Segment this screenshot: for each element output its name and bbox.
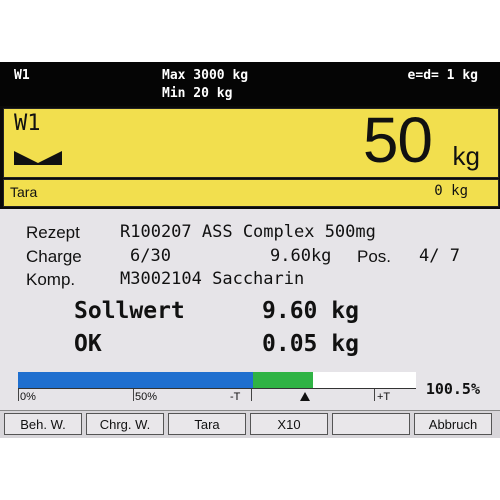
charge-weight-row: 9.60kg xyxy=(270,246,331,268)
header-max-capacity: Max 3000 kg xyxy=(162,68,249,83)
header-weigher-id: W1 xyxy=(14,68,30,83)
display-weigher-id: W1 xyxy=(14,111,41,136)
softkey-x10[interactable]: X10 xyxy=(250,413,328,435)
component-row: Komp. xyxy=(26,270,75,292)
tolerance-fill-green xyxy=(253,372,313,388)
softkey-bar: Beh. W. Chrg. W. Tara X10 Abbruch xyxy=(0,410,500,438)
recipe-value-row: R100207 ASS Complex 500mg xyxy=(120,222,376,244)
status-label-row: OK xyxy=(74,331,102,361)
status-header: W1 Max 3000 kg Min 20 kg e=d= 1 kg xyxy=(0,62,500,106)
tare-row: Tara 0 kg xyxy=(3,179,499,207)
setpoint-label: Sollwert xyxy=(74,298,185,324)
pos-value-row: 4/ 7 xyxy=(419,246,460,268)
softkey-chrg-w[interactable]: Chrg. W. xyxy=(86,413,164,435)
setpoint-label-row: Sollwert xyxy=(74,298,185,328)
recipe-label: Rezept xyxy=(26,223,80,242)
tick-label-0: 0% xyxy=(20,391,36,403)
component-value: M3002104 Saccharin xyxy=(120,269,305,289)
header-division: e=d= 1 kg xyxy=(407,68,478,83)
tick-0 xyxy=(18,389,19,401)
charge-value-row: 6/30 xyxy=(130,246,171,268)
weight-display: W1 50 kg xyxy=(3,104,499,178)
setpoint-value: 9.60 kg xyxy=(262,298,359,324)
dosing-progress-bar xyxy=(18,372,416,388)
pos-label: Pos. xyxy=(357,247,392,266)
status-value: 0.05 kg xyxy=(262,331,359,357)
charge-label: Charge xyxy=(26,247,82,266)
scale-terminal-screen: W1 Max 3000 kg Min 20 kg e=d= 1 kg W1 50… xyxy=(0,62,500,438)
tick-label-plus-t: +T xyxy=(377,391,391,403)
recipe-value: R100207 ASS Complex 500mg xyxy=(120,222,376,242)
progress-fill-blue xyxy=(18,372,253,388)
recipe-row: Rezept xyxy=(26,223,80,245)
component-value-row: M3002104 Saccharin xyxy=(120,269,304,291)
weight-value: 50 xyxy=(362,104,433,176)
target-marker-icon xyxy=(300,392,310,401)
component-label: Komp. xyxy=(26,270,76,289)
status-value-row: 0.05 kg xyxy=(262,331,359,361)
softkey-empty[interactable] xyxy=(332,413,410,435)
softkey-abbruch[interactable]: Abbruch xyxy=(414,413,492,435)
progress-axis xyxy=(18,388,416,389)
progress-percent: 100.5% xyxy=(425,380,480,398)
weight-unit: kg xyxy=(452,141,480,171)
weight-panel: W1 50 kg Tara 0 kg xyxy=(0,104,500,209)
softkey-tara[interactable]: Tara xyxy=(168,413,246,435)
charge-row: Charge xyxy=(26,247,82,269)
charge-weight: 9.60kg xyxy=(270,246,332,266)
tare-value: 0 kg xyxy=(434,183,468,199)
tick-50 xyxy=(133,389,134,401)
pos-label-row: Pos. xyxy=(357,247,391,269)
tick-plus-t xyxy=(374,389,375,401)
tare-label: Tara xyxy=(10,184,38,200)
zero-indicator-icon xyxy=(14,151,62,165)
charge-value: 6/30 xyxy=(130,246,171,266)
pos-value: 4/ 7 xyxy=(419,246,460,266)
header-min-capacity: Min 20 kg xyxy=(162,86,233,101)
setpoint-value-row: 9.60 kg xyxy=(262,298,359,328)
softkey-beh-w[interactable]: Beh. W. xyxy=(4,413,82,435)
tick-label-minus-t: -T xyxy=(230,391,241,403)
tick-label-50: 50% xyxy=(135,391,158,403)
status-label: OK xyxy=(74,331,102,357)
tick-minus-t xyxy=(251,389,252,401)
